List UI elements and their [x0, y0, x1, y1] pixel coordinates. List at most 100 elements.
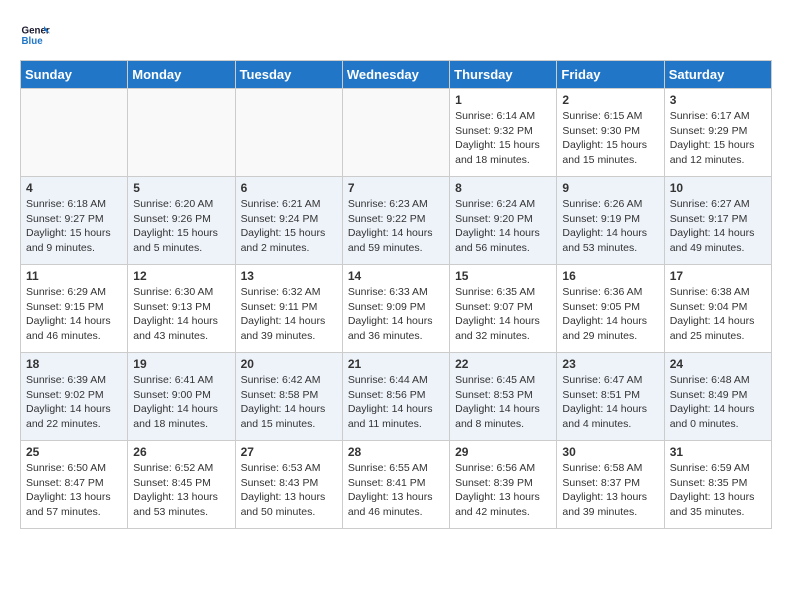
day-info: Sunrise: 6:32 AMSunset: 9:11 PMDaylight:… — [241, 285, 337, 344]
day-info: Sunrise: 6:58 AMSunset: 8:37 PMDaylight:… — [562, 461, 658, 520]
day-info: Sunrise: 6:47 AMSunset: 8:51 PMDaylight:… — [562, 373, 658, 432]
day-info: Sunrise: 6:48 AMSunset: 8:49 PMDaylight:… — [670, 373, 766, 432]
day-number: 5 — [133, 181, 229, 195]
day-info: Sunrise: 6:15 AMSunset: 9:30 PMDaylight:… — [562, 109, 658, 168]
calendar-cell: 21 Sunrise: 6:44 AMSunset: 8:56 PMDayligh… — [342, 353, 449, 441]
day-number: 13 — [241, 269, 337, 283]
day-info: Sunrise: 6:21 AMSunset: 9:24 PMDaylight:… — [241, 197, 337, 256]
calendar-cell: 30 Sunrise: 6:58 AMSunset: 8:37 PMDayligh… — [557, 441, 664, 529]
calendar-cell: 2 Sunrise: 6:15 AMSunset: 9:30 PMDaylight… — [557, 89, 664, 177]
day-number: 1 — [455, 93, 551, 107]
day-number: 14 — [348, 269, 444, 283]
day-number: 18 — [26, 357, 122, 371]
calendar-cell: 9 Sunrise: 6:26 AMSunset: 9:19 PMDaylight… — [557, 177, 664, 265]
calendar-cell: 31Sunrise: 6:59 AMSunset: 8:35 PMDayligh… — [664, 441, 771, 529]
page-header: General Blue — [20, 20, 772, 50]
calendar-week-row: 4Sunrise: 6:18 AMSunset: 9:27 PMDaylight… — [21, 177, 772, 265]
day-info: Sunrise: 6:35 AMSunset: 9:07 PMDaylight:… — [455, 285, 551, 344]
day-info: Sunrise: 6:59 AMSunset: 8:35 PMDaylight:… — [670, 461, 766, 520]
calendar-cell: 22 Sunrise: 6:45 AMSunset: 8:53 PMDayligh… — [450, 353, 557, 441]
day-info: Sunrise: 6:41 AMSunset: 9:00 PMDaylight:… — [133, 373, 229, 432]
calendar-cell: 28 Sunrise: 6:55 AMSunset: 8:41 PMDayligh… — [342, 441, 449, 529]
day-number: 27 — [241, 445, 337, 459]
calendar-cell: 25 Sunrise: 6:50 AMSunset: 8:47 PMDayligh… — [21, 441, 128, 529]
day-info: Sunrise: 6:23 AMSunset: 9:22 PMDaylight:… — [348, 197, 444, 256]
calendar-cell: 16 Sunrise: 6:36 AMSunset: 9:05 PMDayligh… — [557, 265, 664, 353]
col-header-saturday: Saturday — [664, 61, 771, 89]
day-number: 10 — [670, 181, 766, 195]
calendar-cell: 17Sunrise: 6:38 AMSunset: 9:04 PMDayligh… — [664, 265, 771, 353]
calendar-cell: 5 Sunrise: 6:20 AMSunset: 9:26 PMDaylight… — [128, 177, 235, 265]
day-info: Sunrise: 6:50 AMSunset: 8:47 PMDaylight:… — [26, 461, 122, 520]
calendar-week-row: 25 Sunrise: 6:50 AMSunset: 8:47 PMDayligh… — [21, 441, 772, 529]
calendar-week-row: 11 Sunrise: 6:29 AMSunset: 9:15 PMDayligh… — [21, 265, 772, 353]
calendar-cell: 7 Sunrise: 6:23 AMSunset: 9:22 PMDaylight… — [342, 177, 449, 265]
calendar-cell: 24 Sunrise: 6:48 AMSunset: 8:49 PMDayligh… — [664, 353, 771, 441]
day-info: Sunrise: 6:42 AMSunset: 8:58 PMDaylight:… — [241, 373, 337, 432]
day-info: Sunrise: 6:27 AMSunset: 9:17 PMDaylight:… — [670, 197, 766, 256]
calendar-cell: 23 Sunrise: 6:47 AMSunset: 8:51 PMDayligh… — [557, 353, 664, 441]
day-number: 22 — [455, 357, 551, 371]
day-number: 17 — [670, 269, 766, 283]
day-number: 2 — [562, 93, 658, 107]
day-info: Sunrise: 6:44 AMSunset: 8:56 PMDaylight:… — [348, 373, 444, 432]
day-number: 7 — [348, 181, 444, 195]
calendar-cell: 27 Sunrise: 6:53 AMSunset: 8:43 PMDayligh… — [235, 441, 342, 529]
day-info: Sunrise: 6:39 AMSunset: 9:02 PMDaylight:… — [26, 373, 122, 432]
calendar-cell: 6Sunrise: 6:21 AMSunset: 9:24 PMDaylight… — [235, 177, 342, 265]
day-info: Sunrise: 6:55 AMSunset: 8:41 PMDaylight:… — [348, 461, 444, 520]
day-number: 30 — [562, 445, 658, 459]
calendar-week-row: 18 Sunrise: 6:39 AMSunset: 9:02 PMDayligh… — [21, 353, 772, 441]
col-header-wednesday: Wednesday — [342, 61, 449, 89]
calendar-table: SundayMondayTuesdayWednesdayThursdayFrid… — [20, 60, 772, 529]
day-info: Sunrise: 6:29 AMSunset: 9:15 PMDaylight:… — [26, 285, 122, 344]
calendar-cell — [21, 89, 128, 177]
logo-icon: General Blue — [20, 20, 50, 50]
day-number: 9 — [562, 181, 658, 195]
day-number: 20 — [241, 357, 337, 371]
calendar-cell: 1 Sunrise: 6:14 AMSunset: 9:32 PMDaylight… — [450, 89, 557, 177]
day-info: Sunrise: 6:14 AMSunset: 9:32 PMDaylight:… — [455, 109, 551, 168]
day-info: Sunrise: 6:52 AMSunset: 8:45 PMDaylight:… — [133, 461, 229, 520]
day-info: Sunrise: 6:45 AMSunset: 8:53 PMDaylight:… — [455, 373, 551, 432]
day-number: 21 — [348, 357, 444, 371]
calendar-cell: 19 Sunrise: 6:41 AMSunset: 9:00 PMDayligh… — [128, 353, 235, 441]
day-info: Sunrise: 6:20 AMSunset: 9:26 PMDaylight:… — [133, 197, 229, 256]
col-header-monday: Monday — [128, 61, 235, 89]
day-info: Sunrise: 6:33 AMSunset: 9:09 PMDaylight:… — [348, 285, 444, 344]
day-info: Sunrise: 6:17 AMSunset: 9:29 PMDaylight:… — [670, 109, 766, 168]
col-header-friday: Friday — [557, 61, 664, 89]
day-number: 15 — [455, 269, 551, 283]
day-info: Sunrise: 6:26 AMSunset: 9:19 PMDaylight:… — [562, 197, 658, 256]
day-number: 23 — [562, 357, 658, 371]
day-number: 24 — [670, 357, 766, 371]
day-number: 28 — [348, 445, 444, 459]
day-info: Sunrise: 6:18 AMSunset: 9:27 PMDaylight:… — [26, 197, 122, 256]
calendar-cell: 11 Sunrise: 6:29 AMSunset: 9:15 PMDayligh… — [21, 265, 128, 353]
day-info: Sunrise: 6:36 AMSunset: 9:05 PMDaylight:… — [562, 285, 658, 344]
day-number: 12 — [133, 269, 229, 283]
calendar-week-row: 1 Sunrise: 6:14 AMSunset: 9:32 PMDaylight… — [21, 89, 772, 177]
day-number: 19 — [133, 357, 229, 371]
day-number: 3 — [670, 93, 766, 107]
calendar-cell — [235, 89, 342, 177]
day-number: 11 — [26, 269, 122, 283]
col-header-tuesday: Tuesday — [235, 61, 342, 89]
calendar-cell: 8Sunrise: 6:24 AMSunset: 9:20 PMDaylight… — [450, 177, 557, 265]
svg-text:Blue: Blue — [22, 36, 44, 47]
day-number: 8 — [455, 181, 551, 195]
calendar-cell: 26 Sunrise: 6:52 AMSunset: 8:45 PMDayligh… — [128, 441, 235, 529]
day-number: 26 — [133, 445, 229, 459]
calendar-cell: 3 Sunrise: 6:17 AMSunset: 9:29 PMDaylight… — [664, 89, 771, 177]
day-info: Sunrise: 6:56 AMSunset: 8:39 PMDaylight:… — [455, 461, 551, 520]
calendar-cell: 15 Sunrise: 6:35 AMSunset: 9:07 PMDayligh… — [450, 265, 557, 353]
calendar-cell: 10 Sunrise: 6:27 AMSunset: 9:17 PMDayligh… — [664, 177, 771, 265]
day-number: 16 — [562, 269, 658, 283]
day-number: 29 — [455, 445, 551, 459]
calendar-cell: 29 Sunrise: 6:56 AMSunset: 8:39 PMDayligh… — [450, 441, 557, 529]
calendar-cell: 12 Sunrise: 6:30 AMSunset: 9:13 PMDayligh… — [128, 265, 235, 353]
day-info: Sunrise: 6:53 AMSunset: 8:43 PMDaylight:… — [241, 461, 337, 520]
col-header-sunday: Sunday — [21, 61, 128, 89]
day-number: 25 — [26, 445, 122, 459]
day-info: Sunrise: 6:30 AMSunset: 9:13 PMDaylight:… — [133, 285, 229, 344]
